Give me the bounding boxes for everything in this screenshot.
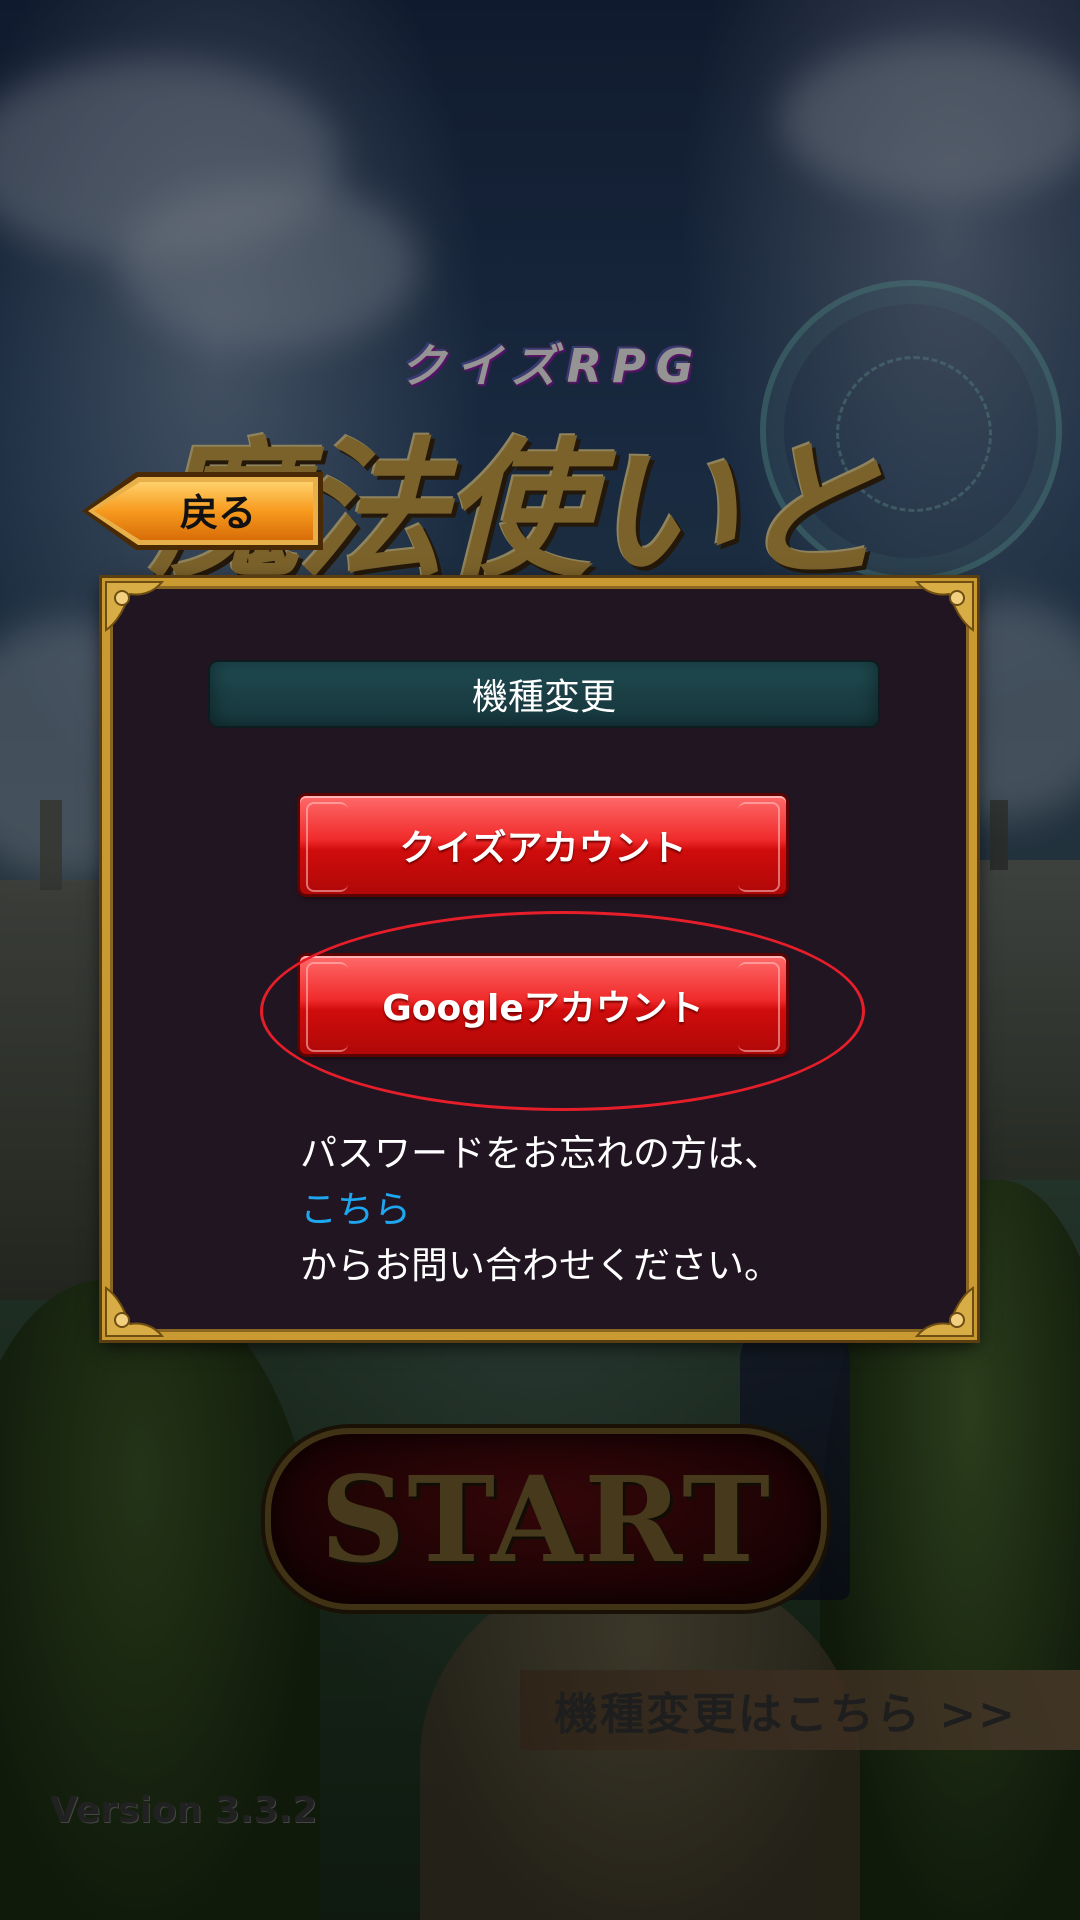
help-text-line: からお問い合わせください。 [300, 1244, 781, 1287]
quiz-account-button-label: クイズアカウント [399, 828, 687, 869]
back-button[interactable]: 戻る [80, 470, 325, 552]
quiz-account-button[interactable]: クイズアカウント [300, 796, 786, 894]
frame-ornament-icon [105, 1286, 165, 1337]
dialog-title-bar: 機種変更 [210, 662, 878, 726]
model-change-dialog: 機種変更 クイズアカウント Googleアカウント パスワードをお忘れの方は、 … [102, 578, 977, 1340]
back-button-label: 戻る [180, 491, 257, 535]
frame-ornament-icon [914, 581, 974, 632]
frame-ornament-icon [105, 581, 165, 632]
button-ornament [738, 802, 780, 892]
dialog-title: 機種変更 [471, 677, 616, 718]
password-help-text: パスワードをお忘れの方は、 こちら からお問い合わせください。 [300, 1126, 940, 1294]
help-text-line: パスワードをお忘れの方は、 [300, 1132, 781, 1175]
highlight-ellipse [260, 911, 865, 1111]
contact-link[interactable]: こちら [300, 1182, 940, 1238]
button-ornament [306, 802, 348, 892]
